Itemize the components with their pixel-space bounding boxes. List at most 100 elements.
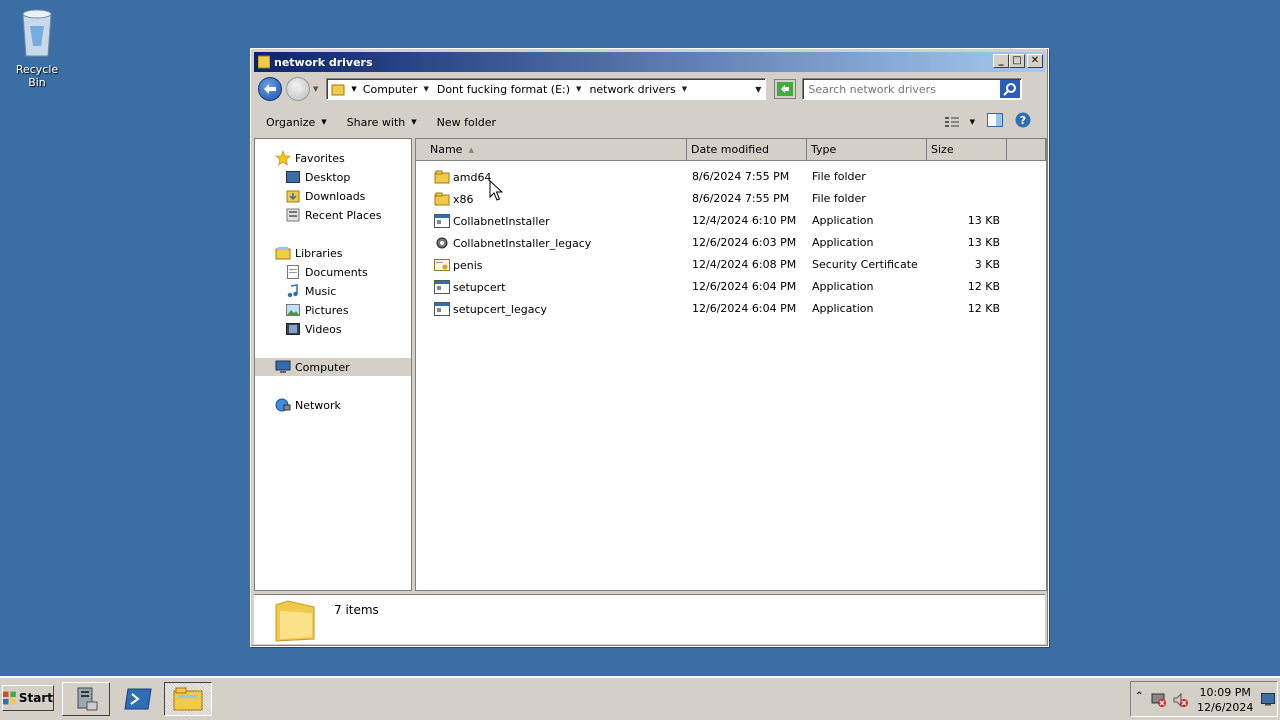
file-row[interactable]: CollabnetInstaller_legacy 12/6/2024 6:03 … — [416, 233, 1016, 253]
maximize-button[interactable]: □ — [1009, 54, 1025, 68]
taskbar-powershell[interactable] — [114, 682, 162, 716]
file-row[interactable]: penis 12/4/2024 6:08 PM Security Certifica… — [416, 255, 1016, 275]
organize-button[interactable]: Organize ▼ — [254, 116, 335, 129]
address-bar[interactable]: ▼ Computer ▼ Dont fucking format (E:) ▼ ne… — [326, 78, 767, 100]
file-row[interactable]: amd64 8/6/2024 7:55 PM File folder — [416, 167, 1016, 187]
file-name: setupcert_legacy — [453, 302, 548, 316]
breadcrumb-computer[interactable]: Computer ▼ — [363, 83, 429, 96]
file-name-cell[interactable]: CollabnetInstaller — [434, 214, 550, 228]
file-row[interactable]: x86 8/6/2024 7:55 PM File folder — [416, 189, 1016, 209]
taskbar-explorer[interactable] — [164, 682, 212, 716]
folder-icon — [434, 170, 450, 184]
nav-videos[interactable]: Videos — [285, 320, 342, 338]
forward-button[interactable] — [286, 77, 310, 101]
explorer-folder-icon — [173, 687, 203, 711]
file-name-cell[interactable]: amd64 — [434, 170, 491, 184]
file-row[interactable]: setupcert 12/6/2024 6:04 PM Application 12 … — [416, 277, 1016, 297]
close-button[interactable]: ✕ — [1027, 54, 1043, 68]
videos-icon — [285, 321, 301, 337]
column-header-type[interactable]: Type — [807, 139, 927, 161]
search-box[interactable] — [802, 78, 1023, 100]
folder-large-icon — [275, 600, 315, 642]
nav-computer[interactable]: Computer — [255, 358, 411, 376]
refresh-button[interactable] — [774, 79, 797, 99]
share-with-button[interactable]: Share with ▼ — [335, 116, 425, 129]
file-name-cell[interactable]: x86 — [434, 192, 474, 206]
taskbar: Start ⌃ 10:09 PM 12/6/2024 — [0, 676, 1280, 720]
command-toolbar: Organize ▼ Share with ▼ New folder ▼ ? — [254, 109, 1045, 135]
chevron-down-icon[interactable]: ▼ — [970, 118, 975, 126]
preview-pane-button[interactable] — [987, 113, 1003, 130]
show-desktop-icon[interactable] — [1261, 692, 1275, 706]
speaker-muted-icon[interactable] — [1173, 692, 1189, 708]
nav-recent-places[interactable]: Recent Places — [285, 206, 382, 224]
folder-address-icon — [331, 84, 345, 96]
title-bar[interactable]: network drivers _ □ ✕ — [254, 52, 1045, 72]
start-button[interactable]: Start — [2, 685, 54, 711]
network-icon — [275, 397, 291, 413]
nav-desktop[interactable]: Desktop — [285, 168, 350, 186]
folder-icon — [434, 192, 450, 206]
clock[interactable]: 10:09 PM 12/6/2024 — [1197, 685, 1253, 715]
folder-title-icon — [258, 55, 270, 69]
forward-arrow-icon — [292, 84, 304, 94]
nav-pictures[interactable]: Pictures — [285, 301, 349, 319]
taskbar-server-manager[interactable] — [62, 682, 110, 716]
gear-application-icon — [434, 236, 450, 250]
sort-ascending-icon: ▲ — [468, 145, 474, 154]
nav-downloads[interactable]: Downloads — [285, 187, 365, 205]
breadcrumb-network-drivers[interactable]: network drivers ▼ — [589, 83, 687, 96]
new-folder-button[interactable]: New folder — [425, 116, 504, 129]
file-type: File folder — [812, 192, 866, 205]
desktop-icon — [285, 169, 301, 185]
file-name-cell[interactable]: CollabnetInstaller_legacy — [434, 236, 591, 250]
windows-logo-icon — [3, 691, 16, 705]
address-dropdown-icon[interactable]: ▼ — [755, 85, 761, 94]
show-hidden-icons-chevron-icon[interactable]: ⌃ — [1135, 691, 1143, 702]
search-button[interactable] — [1000, 80, 1021, 98]
back-button[interactable] — [258, 77, 282, 101]
root-chevron-icon[interactable]: ▼ — [351, 85, 356, 93]
file-type: Application — [812, 302, 874, 315]
breadcrumb-drive[interactable]: Dont fucking format (E:) ▼ — [437, 83, 582, 96]
window-title: network drivers — [274, 55, 373, 69]
nav-favorites[interactable]: Favorites — [275, 149, 345, 167]
star-icon — [275, 150, 291, 166]
file-size: 12 KB — [967, 302, 1000, 315]
file-date: 12/6/2024 6:03 PM — [692, 236, 797, 249]
downloads-folder-icon — [285, 188, 301, 204]
file-row[interactable]: CollabnetInstaller 12/4/2024 6:10 PM Appli… — [416, 211, 1016, 231]
application-icon — [434, 280, 450, 294]
network-disconnected-icon[interactable] — [1151, 692, 1167, 708]
column-header-size[interactable]: Size — [927, 139, 1007, 161]
chevron-down-icon: ▼ — [411, 118, 417, 126]
recycle-bin-desktop-icon[interactable]: Recycle Bin — [6, 6, 68, 89]
file-list-pane: Name ▲ Date modified Type Size amd64 8/6/… — [415, 138, 1047, 591]
nav-documents[interactable]: Documents — [285, 263, 368, 281]
maximize-icon: □ — [1012, 55, 1022, 66]
file-name: penis — [453, 258, 483, 272]
file-name: CollabnetInstaller_legacy — [453, 236, 592, 250]
help-button[interactable]: ? — [1015, 112, 1031, 131]
file-row[interactable]: setupcert_legacy 12/6/2024 6:04 PM Applica… — [416, 299, 1016, 319]
minimize-button[interactable]: _ — [993, 54, 1009, 68]
nav-network[interactable]: Network — [275, 396, 341, 414]
file-type: Application — [812, 236, 874, 249]
search-input[interactable] — [808, 82, 989, 96]
column-header-date-modified[interactable]: Date modified — [687, 139, 807, 161]
views-button[interactable]: ▼ — [944, 115, 975, 129]
file-name: x86 — [453, 192, 474, 206]
chevron-down-icon: ▼ — [576, 85, 582, 93]
nav-libraries[interactable]: Libraries — [275, 244, 343, 262]
file-name: setupcert — [453, 280, 506, 294]
recent-pages-dropdown-icon[interactable]: ▼ — [313, 85, 318, 93]
file-name-cell[interactable]: penis — [434, 258, 483, 272]
column-header-name[interactable]: Name ▲ — [416, 139, 687, 161]
file-name-cell[interactable]: setupcert — [434, 280, 505, 294]
file-name-cell[interactable]: setupcert_legacy — [434, 302, 547, 316]
nav-music[interactable]: Music — [285, 282, 336, 300]
notification-area: ⌃ 10:09 PM 12/6/2024 — [1130, 681, 1278, 717]
chevron-down-icon: ▼ — [423, 85, 429, 93]
computer-icon — [275, 359, 291, 375]
details-pane: 7 items — [254, 594, 1045, 644]
